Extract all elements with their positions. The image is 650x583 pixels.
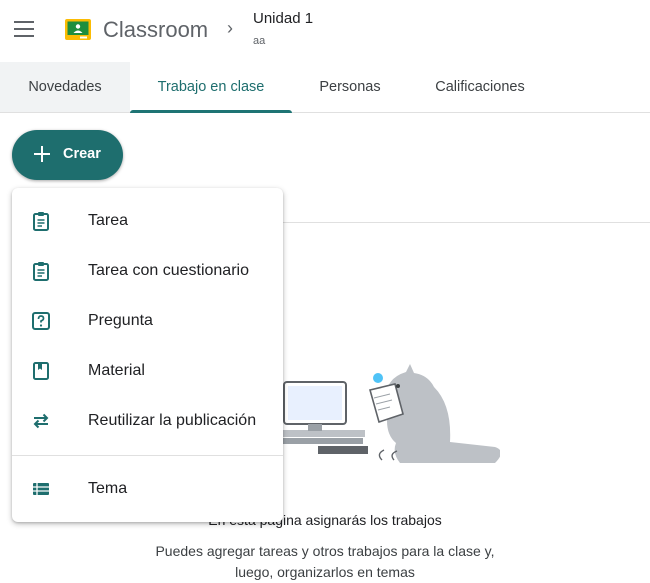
menu-item-reutilizar[interactable]: Reutilizar la publicación [12,396,283,446]
class-section: aa [253,35,266,47]
menu-divider [12,455,283,456]
material-icon [33,362,49,380]
tab-calificaciones[interactable]: Calificaciones [415,62,545,112]
menu-item-label: Tema [88,480,128,497]
topic-icon [33,483,49,495]
app-title[interactable]: Classroom [103,16,208,44]
tab-personas[interactable]: Personas [300,62,400,112]
class-tabs: Novedades Trabajo en clase Personas Cali… [0,62,650,113]
topic-divider [283,222,650,223]
create-button-label: Crear [63,146,101,162]
question-icon [32,312,50,330]
classroom-logo-icon[interactable] [65,19,91,40]
menu-item-tarea-cuestionario[interactable]: Tarea con cuestionario [12,246,283,296]
menu-item-material[interactable]: Material [12,346,283,396]
hamburger-menu-icon[interactable] [14,21,34,37]
create-button[interactable]: Crear [12,130,123,180]
menu-item-tarea[interactable]: Tarea [12,196,283,246]
plus-icon [34,146,50,162]
tab-novedades[interactable]: Novedades [0,62,130,112]
menu-item-pregunta[interactable]: Pregunta [12,296,283,346]
chevron-right-icon: › [227,18,233,38]
menu-item-label: Reutilizar la publicación [88,412,257,429]
reuse-post-icon [33,413,49,429]
menu-item-tema[interactable]: Tema [12,464,283,514]
tab-trabajo-en-clase[interactable]: Trabajo en clase [130,62,292,113]
tab-label: Trabajo en clase [157,79,265,95]
assignment-icon [33,212,49,231]
menu-item-label: Tarea con cuestionario [88,262,249,279]
create-menu: Tarea Tarea con cuestionario Pregunta Ma… [12,188,283,522]
menu-item-label: Pregunta [88,312,153,329]
menu-item-label: Tarea [88,212,129,229]
quiz-assignment-icon [33,262,49,281]
empty-state-description-line: luego, organizarlos en temas [235,564,415,580]
active-tab-indicator [130,110,292,113]
tab-label: Novedades [28,79,102,95]
empty-state-description-line: Puedes agregar tareas y otros trabajos p… [155,543,495,559]
class-name[interactable]: Unidad 1 [253,10,313,27]
empty-state-illustration [270,364,500,463]
tab-label: Calificaciones [435,79,525,95]
menu-item-label: Material [88,362,145,379]
tab-label: Personas [319,79,381,95]
top-app-bar: Classroom › Unidad 1 aa [0,0,650,60]
empty-state-description: Puedes agregar tareas y otros trabajos p… [0,541,650,583]
